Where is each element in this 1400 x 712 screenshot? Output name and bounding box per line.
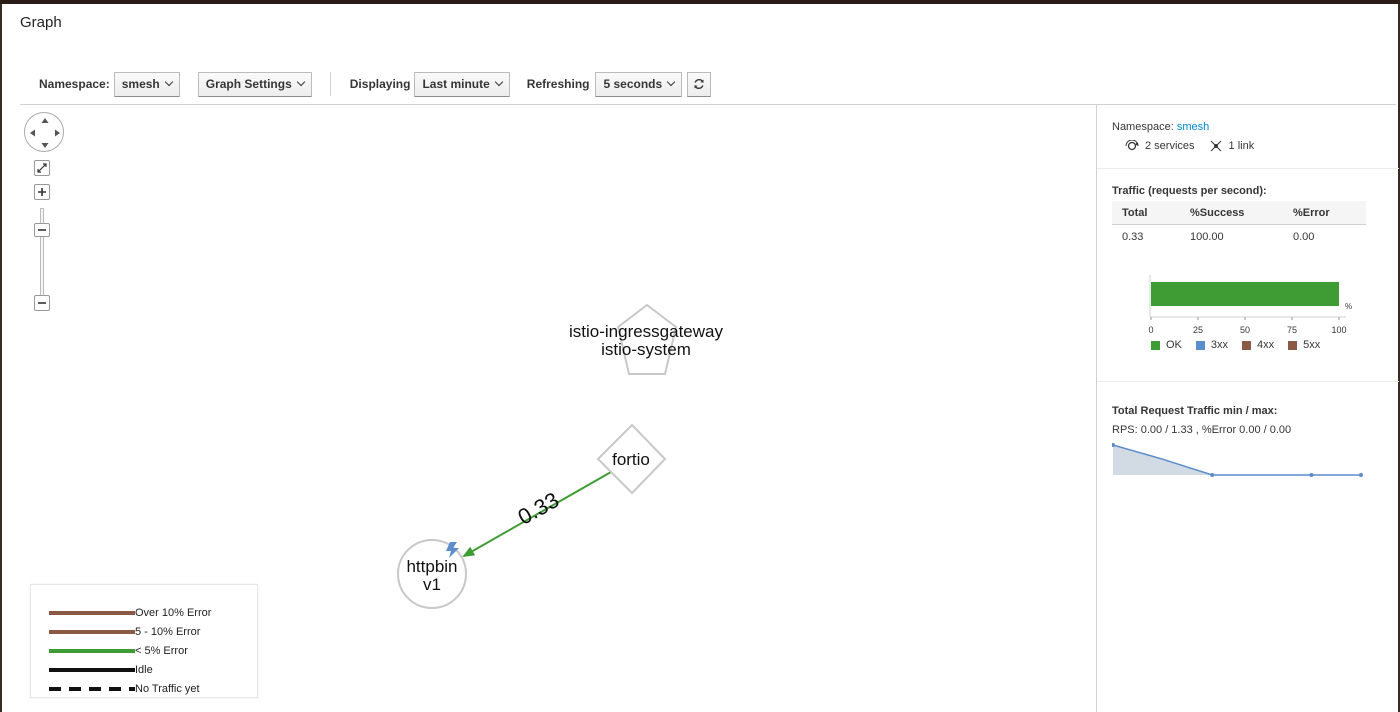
legend-line [49,611,135,615]
namespace-label: Namespace: [39,77,110,91]
graph-settings-label: Graph Settings [205,77,292,91]
chevron-down-icon [296,77,306,87]
table-header-cell: %Success [1190,207,1245,219]
legend-label: Over 10% Error [135,607,212,619]
node-sublabel: istio-system [601,340,691,359]
4xx-swatch [1242,340,1252,350]
5xx-swatch [1288,340,1298,350]
legend-label: Idle [135,664,153,676]
tick-label: 25 [1193,325,1203,335]
graph-settings-dropdown[interactable]: Graph Settings [197,71,312,97]
ok-swatch [1151,340,1160,350]
table-cell: 0.33 [1122,231,1144,243]
status-legend-label: 4xx [1257,339,1275,351]
sparkline-point [1359,473,1363,477]
namespace-dropdown-value: smesh [121,77,160,91]
ok-bar [1151,282,1339,306]
duration-dropdown[interactable]: Last minute [414,71,510,97]
toolbar-divider [329,72,331,96]
summary-panel: Namespace: smesh 2 services 1 link Traff… [1096,105,1399,712]
graph-legend: Over 10% Error 5 - 10% Error < 5% Error … [30,584,258,698]
panel-counts: 2 services 1 link [1125,140,1254,152]
window-frame-left [0,4,2,712]
traffic-table-header: Total %Success %Error [1112,201,1366,225]
refresh-icon [694,79,704,89]
node-label: httpbin [406,557,457,576]
displaying-label: Displaying [349,77,411,91]
legend-line [49,630,135,634]
total-traffic-title: Total Request Traffic min / max: [1112,405,1278,417]
table-cell: 0.00 [1293,231,1315,243]
sparkline-area [1113,445,1361,475]
legend-line-dashed [49,687,135,691]
legend-row: Over 10% Error [49,607,211,619]
node-istio-ingressgateway[interactable]: istio-ingressgateway istio-system [569,303,724,375]
status-legend-label: 5xx [1303,339,1321,351]
legend-label: < 5% Error [135,645,188,657]
refresh-interval-value: 5 seconds [603,77,663,91]
page-title: Graph [20,14,62,31]
table-cell: 100.00 [1190,231,1224,243]
duration-dropdown-value: Last minute [422,77,490,91]
table-header-cell: Total [1122,207,1148,219]
sparkline-point [1309,473,1314,477]
chevron-down-icon [666,77,676,87]
panel-namespace-link[interactable]: smesh [1177,121,1209,133]
3xx-swatch [1195,340,1205,350]
node-label: istio-ingressgateway [569,322,724,341]
refresh-button[interactable] [687,71,712,97]
traffic-percent-chart: % 0 25 50 75 100 [1148,275,1352,335]
legend-label: 5 - 10% Error [135,626,201,638]
refresh-interval-dropdown[interactable]: 5 seconds [595,71,683,97]
rps-sparkline [1112,443,1363,477]
rps-summary: RPS: 0.00 / 1.33 , %Error 0.00 / 0.00 [1112,424,1292,436]
node-fortio[interactable]: fortio [596,423,667,495]
links-icon [1210,140,1221,152]
panel-namespace: Namespace: smesh [1112,121,1209,133]
node-sublabel: v1 [423,575,441,594]
legend-row: No Traffic yet [49,683,200,695]
legend-row: 5 - 10% Error [49,626,200,638]
refreshing-label: Refreshing [526,77,590,91]
services-count: 2 services [1145,140,1195,152]
node-label: fortio [612,450,650,469]
status-legend-label: 3xx [1210,339,1229,351]
tick-label: 75 [1287,325,1297,335]
status-legend: OK 3xx 4xx 5xx [1151,339,1320,351]
legend-label: No Traffic yet [135,683,200,695]
panel-divider [1097,381,1399,382]
graph-toolbar: Namespace: smesh Graph Settings Displayi… [20,68,712,100]
tick-label: 50 [1240,325,1250,335]
table-header-cell: %Error [1293,207,1330,219]
namespace-dropdown[interactable]: smesh [113,71,180,97]
sparkline-point [1210,473,1215,477]
legend-line [49,649,135,653]
services-icon [1125,140,1139,151]
legend-row: Idle [49,664,153,676]
window-top-strip [0,0,1400,4]
node-httpbin[interactable]: httpbin v1 [397,539,467,609]
legend-line [49,668,135,672]
legend-row: < 5% Error [49,645,188,657]
status-legend-label: OK [1166,339,1182,351]
tick-label: 0 [1148,325,1153,335]
traffic-title: Traffic (requests per second): [1112,185,1267,197]
percent-unit: % [1345,302,1352,311]
panel-namespace-label: Namespace: [1112,121,1174,133]
chevron-down-icon [494,77,504,87]
tick-label: 100 [1331,325,1346,335]
chevron-down-icon [164,77,173,87]
panel-divider [1097,168,1399,169]
table-row: 0.33 100.00 0.00 [1112,225,1366,249]
links-count: 1 link [1228,140,1255,152]
